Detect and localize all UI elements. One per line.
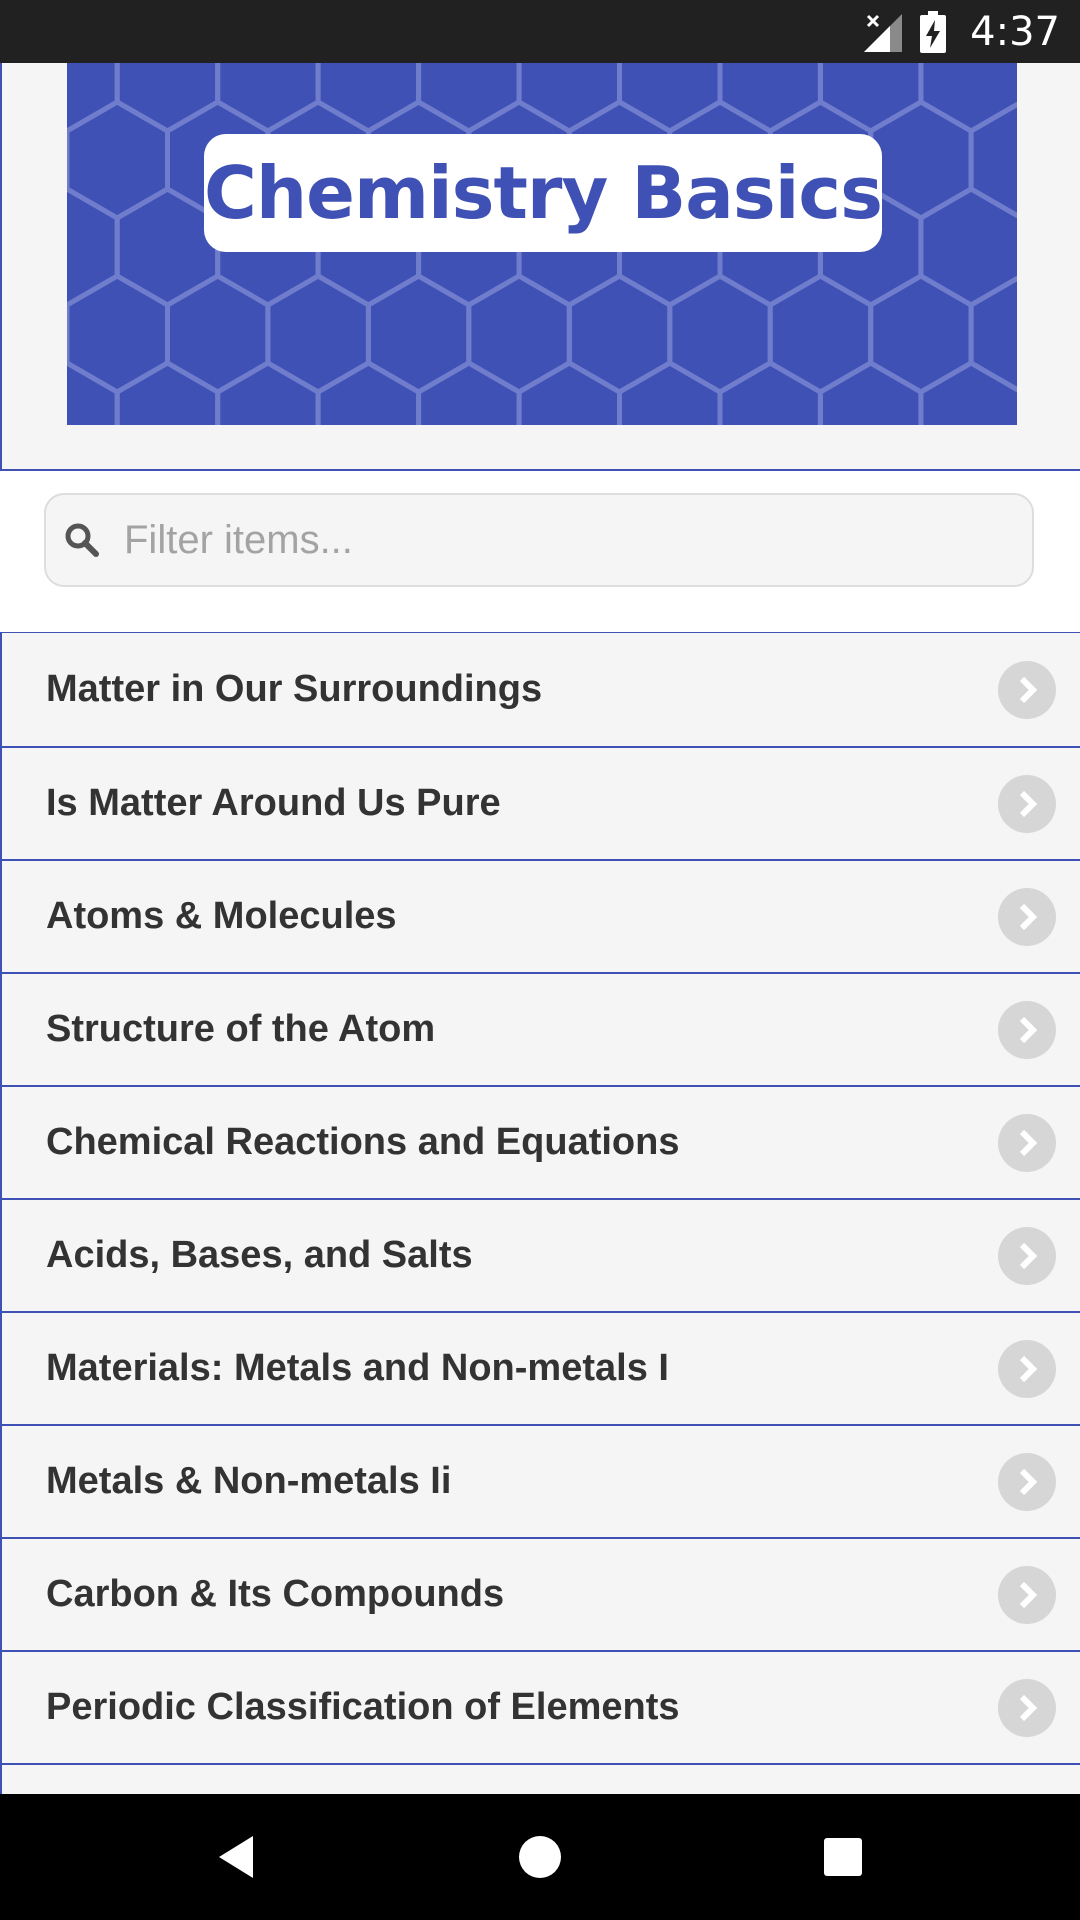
chevron-right-icon[interactable]: [998, 1000, 1056, 1059]
search-input[interactable]: [122, 516, 1032, 564]
list-item[interactable]: Is Matter Around Us Pure: [0, 748, 1080, 861]
navigation-bar: [0, 1794, 1080, 1920]
list-item[interactable]: Periodic Classification of Elements: [0, 1652, 1080, 1765]
list-item-label: Matter in Our Surroundings: [46, 668, 543, 710]
header: Chemistry Basics: [0, 63, 1080, 471]
banner-title: Chemistry Basics: [204, 151, 883, 235]
battery-charging-icon: [920, 10, 947, 53]
topic-list: Matter in Our Surroundings Is Matter Aro…: [0, 633, 1080, 1805]
recents-icon[interactable]: [816, 1830, 870, 1884]
list-item[interactable]: Carbon & Its Compounds: [0, 1539, 1080, 1652]
search-icon: [65, 523, 99, 557]
signal-no-connection-icon: [864, 13, 903, 52]
chevron-right-icon[interactable]: [998, 1452, 1056, 1511]
chevron-right-icon[interactable]: [998, 1565, 1056, 1624]
list-item[interactable]: Chemical Reactions and Equations: [0, 1087, 1080, 1200]
list-item[interactable]: Materials: Metals and Non-metals I: [0, 1313, 1080, 1426]
list-item-label: Metals & Non-metals Ii: [46, 1460, 452, 1502]
list-item-label: Atoms & Molecules: [46, 895, 397, 937]
list-item-label: Acids, Bases, and Salts: [46, 1234, 473, 1276]
list-item-label: Carbon & Its Compounds: [46, 1573, 505, 1615]
chevron-right-icon[interactable]: [998, 1339, 1056, 1398]
list-item-label: Chemical Reactions and Equations: [46, 1121, 680, 1163]
list-item[interactable]: Atoms & Molecules: [0, 861, 1080, 974]
back-icon[interactable]: [211, 1830, 265, 1884]
list-item[interactable]: Matter in Our Surroundings: [0, 633, 1080, 748]
list-item-label: Is Matter Around Us Pure: [46, 782, 501, 824]
search-box[interactable]: [44, 493, 1034, 587]
status-bar: 4:37: [0, 0, 1080, 63]
list-item[interactable]: Metals & Non-metals Ii: [0, 1426, 1080, 1539]
home-icon[interactable]: [513, 1830, 567, 1884]
chevron-right-icon[interactable]: [998, 774, 1056, 833]
list-item-label: Periodic Classification of Elements: [46, 1686, 680, 1728]
chevron-right-icon[interactable]: [998, 1678, 1056, 1737]
chevron-right-icon[interactable]: [998, 887, 1056, 946]
list-item[interactable]: Structure of the Atom: [0, 974, 1080, 1087]
banner-title-box: Chemistry Basics: [204, 134, 883, 252]
chevron-right-icon[interactable]: [998, 1113, 1056, 1172]
chevron-right-icon[interactable]: [998, 1226, 1056, 1285]
list-item-label: Materials: Metals and Non-metals I: [46, 1347, 669, 1389]
chevron-right-icon[interactable]: [998, 660, 1056, 719]
status-time: 4:37: [970, 8, 1060, 55]
list-item[interactable]: Acids, Bases, and Salts: [0, 1200, 1080, 1313]
search-section: [0, 471, 1080, 634]
banner: Chemistry Basics: [67, 63, 1017, 425]
list-item-label: Structure of the Atom: [46, 1008, 436, 1050]
